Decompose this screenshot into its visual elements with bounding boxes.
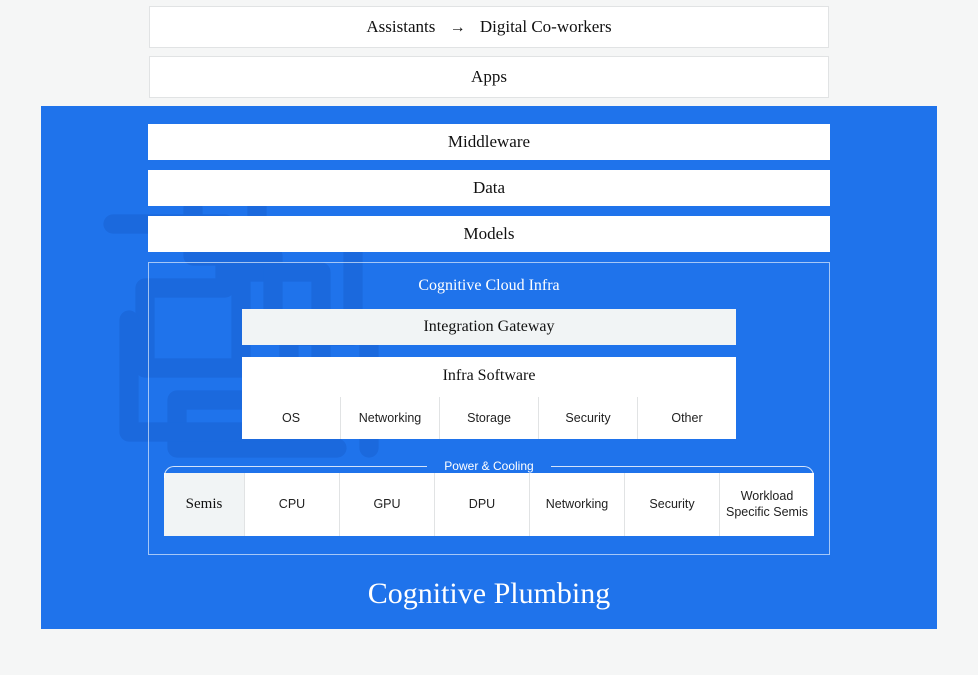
semis-networking: Networking (529, 473, 624, 536)
semis-dpu: DPU (434, 473, 529, 536)
semis-gpu: GPU (339, 473, 434, 536)
cognitive-cloud-infra-title: Cognitive Cloud Infra (149, 277, 829, 295)
arrow-right-icon: → (450, 19, 466, 37)
infra-sw-os: OS (242, 397, 340, 439)
integration-gateway-label: Integration Gateway (423, 318, 554, 335)
semis-security: Security (624, 473, 719, 536)
power-bracket-right (551, 466, 814, 478)
diagram-root: Assistants → Digital Co-workers Apps Mid… (0, 0, 978, 675)
semis-workload: Workload Specific Semis (719, 473, 814, 536)
models-box: Models (148, 216, 830, 252)
power-cooling-header: Power & Cooling (164, 459, 814, 473)
semis-cpu: CPU (244, 473, 339, 536)
models-label: Models (464, 224, 515, 243)
integration-gateway-box: Integration Gateway (242, 309, 736, 345)
semis-row: Semis CPU GPU DPU Networking Security Wo… (164, 473, 814, 536)
middleware-label: Middleware (448, 132, 530, 151)
assistants-label: Assistants (366, 17, 435, 36)
semis-label: Semis (164, 473, 244, 536)
data-label: Data (473, 178, 505, 197)
cognitive-plumbing-title: Cognitive Plumbing (41, 577, 937, 611)
infra-software-box: Infra Software OS Networking Storage Sec… (242, 357, 736, 439)
cognitive-cloud-infra-container: Cognitive Cloud Infra Integration Gatewa… (148, 262, 830, 555)
power-bracket-left (164, 466, 427, 478)
apps-label: Apps (471, 67, 507, 86)
assistants-coworkers-box: Assistants → Digital Co-workers (149, 6, 829, 48)
infra-sw-networking: Networking (340, 397, 439, 439)
infra-sw-security: Security (538, 397, 637, 439)
infra-sw-storage: Storage (439, 397, 538, 439)
data-box: Data (148, 170, 830, 206)
infra-software-title: Infra Software (242, 357, 736, 397)
cognitive-plumbing-panel: Middleware Data Models Cognitive Cloud I… (41, 106, 937, 629)
digital-coworkers-label: Digital Co-workers (480, 17, 612, 36)
infra-sw-other: Other (637, 397, 736, 439)
middleware-box: Middleware (148, 124, 830, 160)
apps-box: Apps (149, 56, 829, 98)
power-cooling-label: Power & Cooling (444, 459, 533, 473)
infra-software-row: OS Networking Storage Security Other (242, 397, 736, 439)
